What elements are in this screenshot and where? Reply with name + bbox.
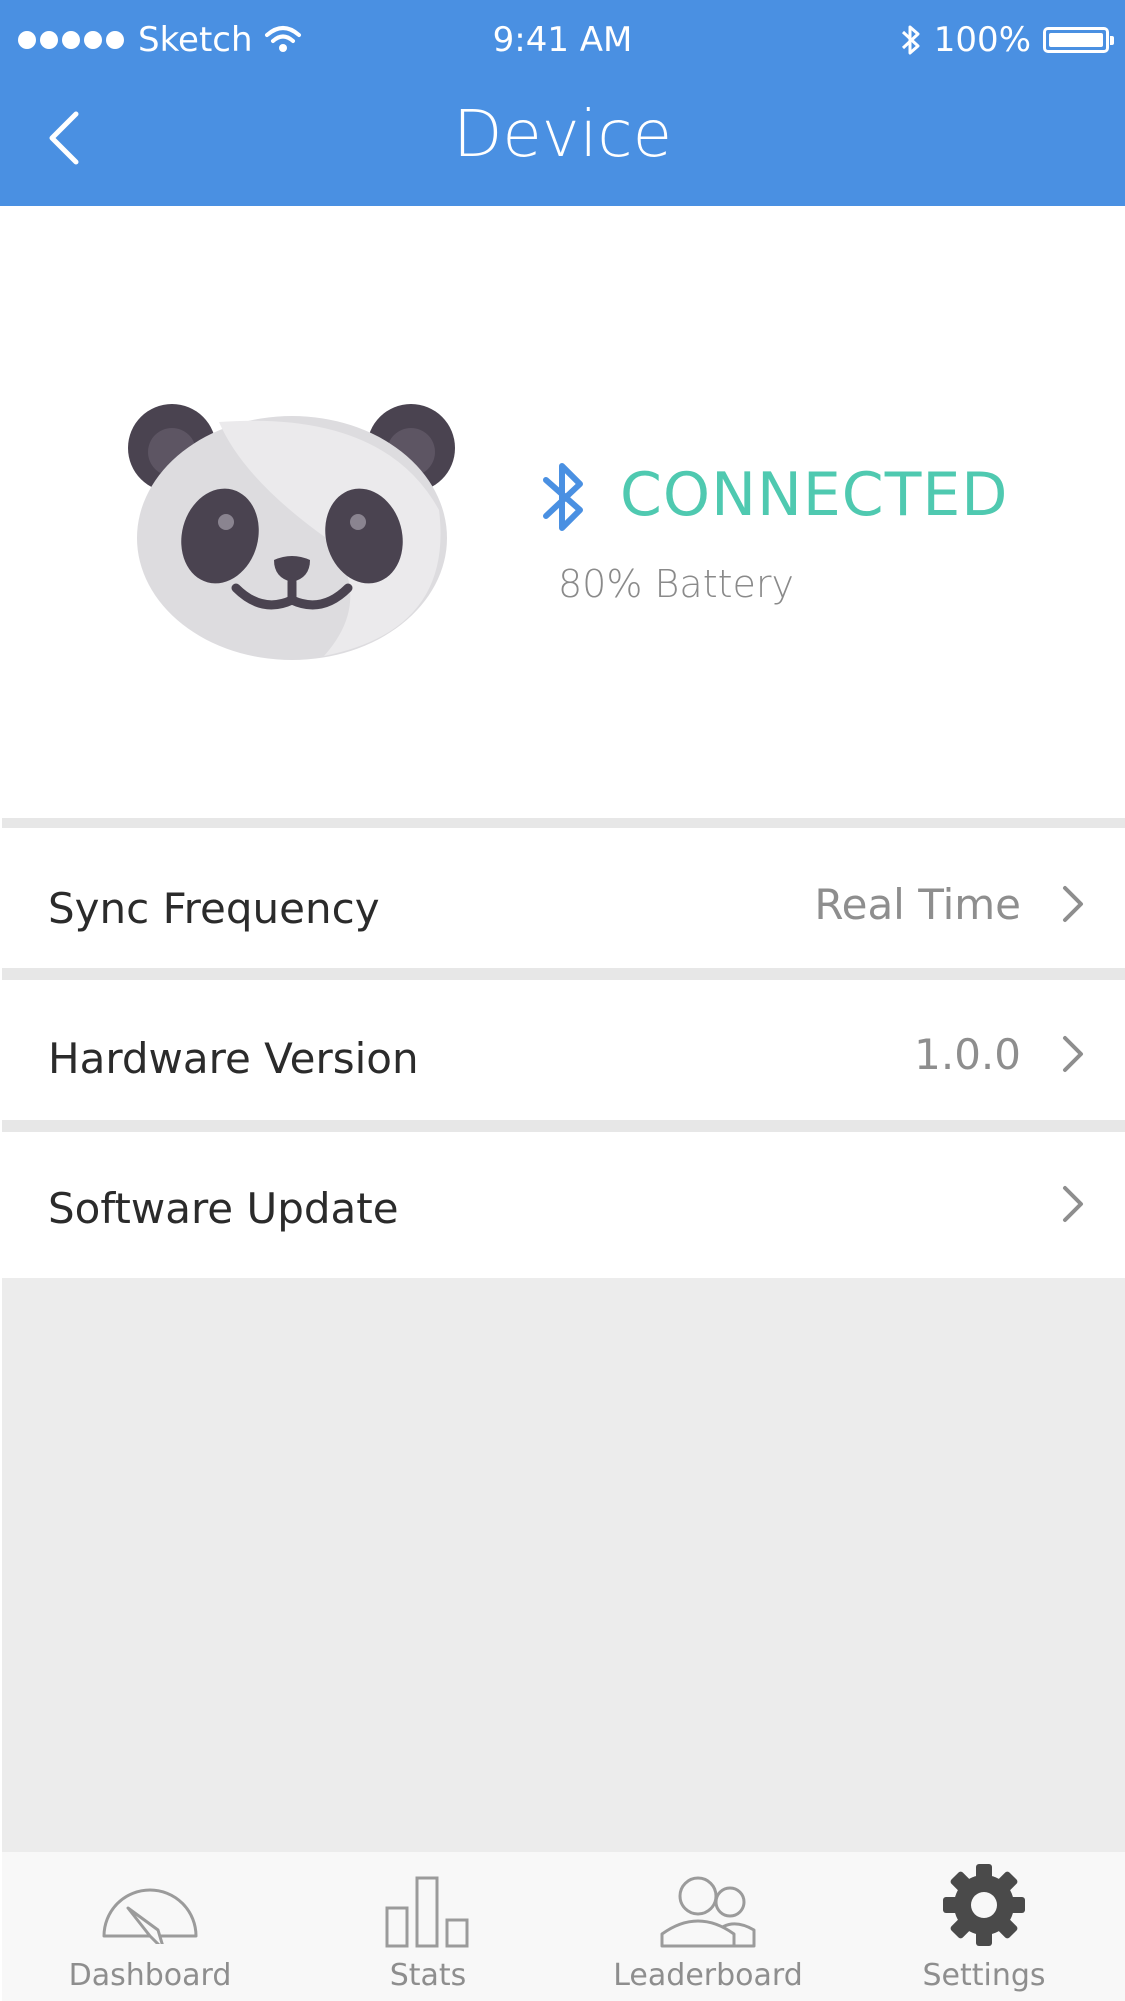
panda-icon xyxy=(128,404,455,660)
nav-header: Sketch 9:41 AM 100% Device xyxy=(0,0,1125,206)
tab-dashboard[interactable]: Dashboard xyxy=(10,1852,290,2001)
empty-area xyxy=(2,1278,1125,1852)
tab-settings[interactable]: Settings xyxy=(844,1852,1124,2001)
status-bar: Sketch 9:41 AM 100% xyxy=(0,18,1125,62)
chevron-right-icon xyxy=(1063,1036,1083,1072)
divider xyxy=(2,1120,1125,1132)
row-label: Hardware Version xyxy=(48,1034,419,1083)
settings-row-sync-frequency[interactable]: Sync Frequency Real Time xyxy=(2,828,1125,968)
row-value: 1.0.0 xyxy=(914,1030,1021,1079)
bluetooth-icon xyxy=(543,463,583,531)
bar-chart-icon xyxy=(385,1876,469,1948)
gear-icon xyxy=(943,1864,1025,1946)
divider xyxy=(2,818,1125,828)
settings-row-hardware-version[interactable]: Hardware Version 1.0.0 xyxy=(2,980,1125,1120)
tab-label: Settings xyxy=(922,1958,1046,1993)
device-battery: 80% Battery xyxy=(558,562,794,606)
row-label: Software Update xyxy=(48,1184,399,1233)
connection-status: CONNECTED xyxy=(620,460,1009,530)
users-icon xyxy=(660,1876,756,1948)
status-right: 100% xyxy=(900,20,1114,60)
row-value: Real Time xyxy=(814,880,1021,929)
page-title: Device xyxy=(453,98,672,172)
tab-leaderboard[interactable]: Leaderboard xyxy=(568,1852,848,2001)
row-label: Sync Frequency xyxy=(48,884,380,933)
tab-stats[interactable]: Stats xyxy=(288,1852,568,2001)
tab-label: Stats xyxy=(389,1958,467,1993)
settings-row-software-update[interactable]: Software Update xyxy=(2,1132,1125,1278)
bluetooth-status-icon xyxy=(901,25,920,55)
battery-percent: 100% xyxy=(933,20,1031,60)
tab-bar: Dashboard Stats Leaderboard Settings xyxy=(2,1852,1125,2001)
tab-label: Leaderboard xyxy=(613,1958,803,1993)
gauge-icon xyxy=(102,1888,198,1944)
battery-icon xyxy=(1043,27,1114,53)
chevron-right-icon xyxy=(1063,1186,1083,1222)
divider xyxy=(2,968,1125,980)
tab-label: Dashboard xyxy=(68,1958,232,1993)
chevron-right-icon xyxy=(1063,886,1083,922)
